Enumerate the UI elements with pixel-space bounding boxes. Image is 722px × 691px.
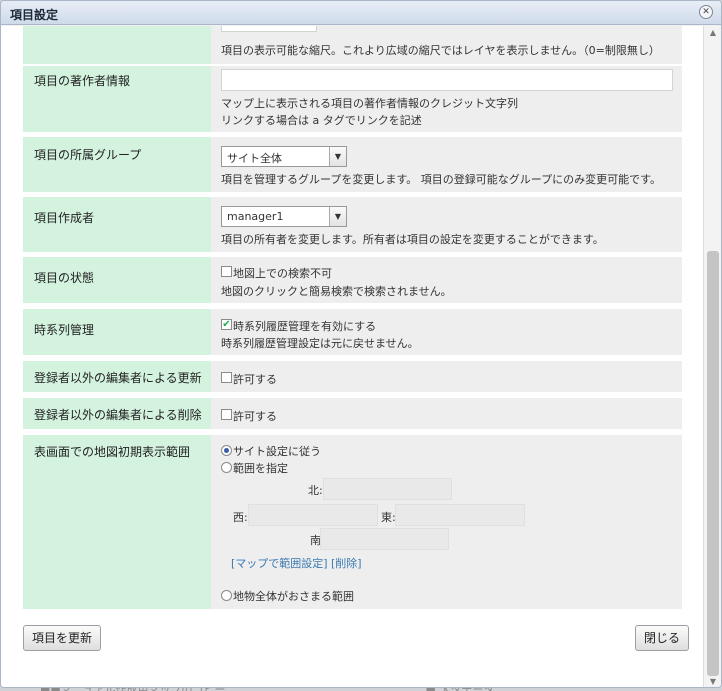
author-label: 項目作成者 xyxy=(23,197,211,252)
extent-range-label[interactable]: 範囲を指定 xyxy=(233,460,288,476)
update-item-button[interactable]: 項目を更新 xyxy=(23,625,102,651)
status-row: 項目の状態 地図上での検索不可 地図のクリックと簡易検索で検索されません。 xyxy=(23,257,682,303)
author-select[interactable]: manager1 ▼ xyxy=(221,206,347,227)
timeseries-value: ✔ 時系列履歴管理を有効にする 時系列履歴管理設定は元に戻せません。 xyxy=(221,309,674,355)
vertical-scrollbar[interactable]: ▲ ▼ xyxy=(703,26,721,687)
scale-value: 項目の表示可能な縮尺。これより広域の縮尺ではレイヤを表示しません。（0=制限無し… xyxy=(221,26,674,64)
map-range-link[interactable]: [マップで範囲設定] xyxy=(231,555,328,571)
scale-description: 項目の表示可能な縮尺。これより広域の縮尺ではレイヤを表示しません。（0=制限無し… xyxy=(221,44,660,57)
group-label: 項目の所属グループ xyxy=(23,137,211,192)
scrollbar-thumb[interactable] xyxy=(707,251,719,676)
credit-row: 項目の著作者情報 マップ上に表示される項目の著作者情報のクレジット文字列 リンク… xyxy=(23,66,682,132)
extent-all-label[interactable]: 地物全体がおさまる範囲 xyxy=(233,588,354,604)
status-value: 地図上での検索不可 地図のクリックと簡易検索で検索されません。 xyxy=(221,257,674,303)
credit-input[interactable] xyxy=(221,69,673,91)
credit-value: マップ上に表示される項目の著作者情報のクレジット文字列 リンクする場合は a タ… xyxy=(221,66,674,132)
chevron-down-icon: ▼ xyxy=(329,207,346,226)
allow-update-checkbox[interactable] xyxy=(221,372,232,383)
author-selected-value: manager1 xyxy=(227,210,284,223)
timeseries-description: 時系列履歴管理設定は元に戻せません。 xyxy=(221,337,419,350)
dialog-titlebar[interactable]: 項目設定 ✕ xyxy=(1,1,721,25)
timeseries-checkbox[interactable]: ✔ xyxy=(221,319,232,330)
delete-permission-value: 許可する xyxy=(221,398,674,429)
west-input[interactable] xyxy=(248,504,378,526)
west-label: 西: xyxy=(233,511,248,524)
author-row: 項目作成者 manager1 ▼ 項目の所有者を変更します。所有者は項目の設定を… xyxy=(23,197,682,252)
update-permission-row: 登録者以外の編集者による更新 許可する xyxy=(23,361,682,392)
search-disable-checkbox[interactable] xyxy=(221,266,232,277)
group-row: 項目の所属グループ サイト全体 ▼ 項目を管理するグループを変更します。 項目の… xyxy=(23,137,682,192)
credit-description-1: マップ上に表示される項目の著作者情報のクレジット文字列 xyxy=(221,97,518,110)
search-disable-label[interactable]: 地図上での検索不可 xyxy=(233,265,332,281)
author-value: manager1 ▼ 項目の所有者を変更します。所有者は項目の設定を変更すること… xyxy=(221,197,674,252)
update-permission-label: 登録者以外の編集者による更新 xyxy=(23,361,211,392)
scale-row: 項目の表示可能な縮尺。これより広域の縮尺ではレイヤを表示しません。（0=制限無し… xyxy=(23,26,682,64)
group-value: サイト全体 ▼ 項目を管理するグループを変更します。 項目の登録可能なグループに… xyxy=(221,137,674,192)
north-input[interactable] xyxy=(323,478,452,500)
dialog-title: 項目設定 xyxy=(10,8,59,22)
dialog-content: 項目の表示可能な縮尺。これより広域の縮尺ではレイヤを表示しません。（0=制限無し… xyxy=(1,26,705,687)
author-description: 項目の所有者を変更します。所有者は項目の設定を変更することができます。 xyxy=(221,233,604,246)
timeseries-checkbox-label[interactable]: 時系列履歴管理を有効にする xyxy=(233,318,376,334)
scale-label xyxy=(23,26,211,64)
timeseries-label: 時系列管理 xyxy=(23,309,211,355)
scroll-up-icon[interactable]: ▲ xyxy=(708,28,718,38)
delete-permission-label: 登録者以外の編集者による削除 xyxy=(23,398,211,429)
extent-row: 表画面での地図初期表示範囲 サイト設定に従う 範囲を指定 北: 西: 東: 南 … xyxy=(23,435,682,609)
allow-delete-label[interactable]: 許可する xyxy=(233,408,277,424)
close-icon[interactable]: ✕ xyxy=(699,5,713,19)
timeseries-row: 時系列管理 ✔ 時系列履歴管理を有効にする 時系列履歴管理設定は元に戻せません。 xyxy=(23,309,682,355)
item-settings-dialog: 項目設定 ✕ 項目の表示可能な縮尺。これより広域の縮尺ではレイヤを表示しません。… xyxy=(0,0,722,688)
close-button[interactable]: 閉じる xyxy=(635,625,690,651)
update-permission-value: 許可する xyxy=(221,361,674,392)
extent-site-radio[interactable] xyxy=(221,445,232,456)
credit-label: 項目の著作者情報 xyxy=(23,66,211,132)
credit-description-2: リンクする場合は a タグでリンクを記述 xyxy=(221,114,422,127)
extent-label: 表画面での地図初期表示範囲 xyxy=(23,435,211,609)
scale-input[interactable] xyxy=(221,26,317,32)
extent-value: サイト設定に従う 範囲を指定 北: 西: 東: 南 [マップで範囲設定] [削除… xyxy=(221,435,674,609)
delete-permission-row: 登録者以外の編集者による削除 許可する xyxy=(23,398,682,429)
north-label: 北: xyxy=(308,484,323,497)
group-selected-value: サイト全体 xyxy=(227,152,282,165)
extent-all-radio[interactable] xyxy=(221,590,232,601)
delete-range-link[interactable]: [削除] xyxy=(331,555,362,571)
south-input[interactable] xyxy=(320,528,449,550)
extent-range-radio[interactable] xyxy=(221,462,232,473)
group-description: 項目を管理するグループを変更します。 項目の登録可能なグループにのみ変更可能です… xyxy=(221,173,661,186)
chevron-down-icon: ▼ xyxy=(329,147,346,166)
status-label: 項目の状態 xyxy=(23,257,211,303)
scroll-down-icon[interactable]: ▼ xyxy=(708,677,718,687)
east-input[interactable] xyxy=(395,504,525,526)
extent-site-label[interactable]: サイト設定に従う xyxy=(233,443,321,459)
group-select[interactable]: サイト全体 ▼ xyxy=(221,146,347,167)
status-description: 地図のクリックと簡易検索で検索されません。 xyxy=(221,285,452,298)
east-label: 東: xyxy=(381,511,396,524)
allow-delete-checkbox[interactable] xyxy=(221,409,232,420)
allow-update-label[interactable]: 許可する xyxy=(233,371,277,387)
